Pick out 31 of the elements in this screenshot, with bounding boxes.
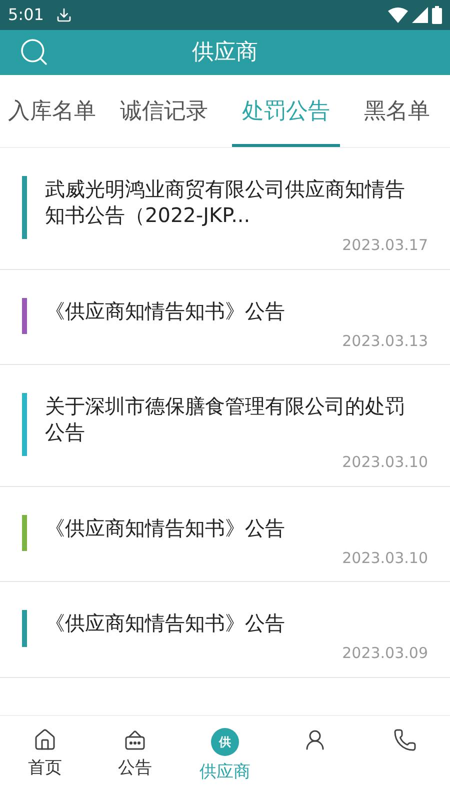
wifi-icon xyxy=(388,7,408,23)
tab[interactable]: 诚信记录 xyxy=(110,75,218,147)
notice-title: 武威光明鸿业商贸有限公司供应商知情告知书公告（2022-JKP... xyxy=(45,176,406,228)
header-title: 供应商 xyxy=(192,39,258,67)
home-icon xyxy=(33,728,57,752)
nav-item[interactable]: 首页 xyxy=(0,728,90,800)
download-icon xyxy=(56,7,72,23)
phone-icon xyxy=(393,728,417,752)
notice-date: 2023.03.17 xyxy=(342,235,428,256)
status-time: 5:01 xyxy=(8,4,44,26)
notice-date: 2023.03.10 xyxy=(342,452,428,473)
notice-title: 《供应商知情告知书》公告 xyxy=(45,610,286,636)
tab[interactable]: 黑名单 xyxy=(354,75,440,147)
notice-date: 2023.03.09 xyxy=(342,643,428,664)
notice-date: 2023.03.13 xyxy=(342,330,428,352)
signal-icon xyxy=(412,7,428,23)
notice-item[interactable]: 关于深圳市德保膳食管理有限公司的处罚公告 2023.03.10 xyxy=(0,365,450,486)
notice-title: 《供应商知情告知书》公告 xyxy=(45,298,286,324)
notice-item[interactable]: 武威光明鸿业商贸有限公司供应商知情告知书公告（2022-JKP... 2023.03.17 xyxy=(0,148,450,270)
supplier-badge-icon: 供 xyxy=(211,728,239,756)
notice-item[interactable]: 《供应商知情告知书》公告 2023.03.13 xyxy=(0,270,450,365)
battery-icon xyxy=(432,6,442,24)
search-button[interactable] xyxy=(18,36,50,68)
notice-item[interactable]: 《供应商知情告知书》公告 2023.03.10 xyxy=(0,486,450,582)
notice-item[interactable]: 《供应商知情告知书》公告 2023.03.09 xyxy=(0,582,450,678)
nav-item[interactable]: 公告 xyxy=(90,728,180,800)
notice-date: 2023.03.10 xyxy=(342,548,428,568)
signboard-icon xyxy=(123,728,147,752)
notice-title: 《供应商知情告知书》公告 xyxy=(45,514,286,540)
tab[interactable]: 入库名单 xyxy=(0,75,106,147)
notice-title: 关于深圳市德保膳食管理有限公司的处罚公告 xyxy=(45,393,406,445)
